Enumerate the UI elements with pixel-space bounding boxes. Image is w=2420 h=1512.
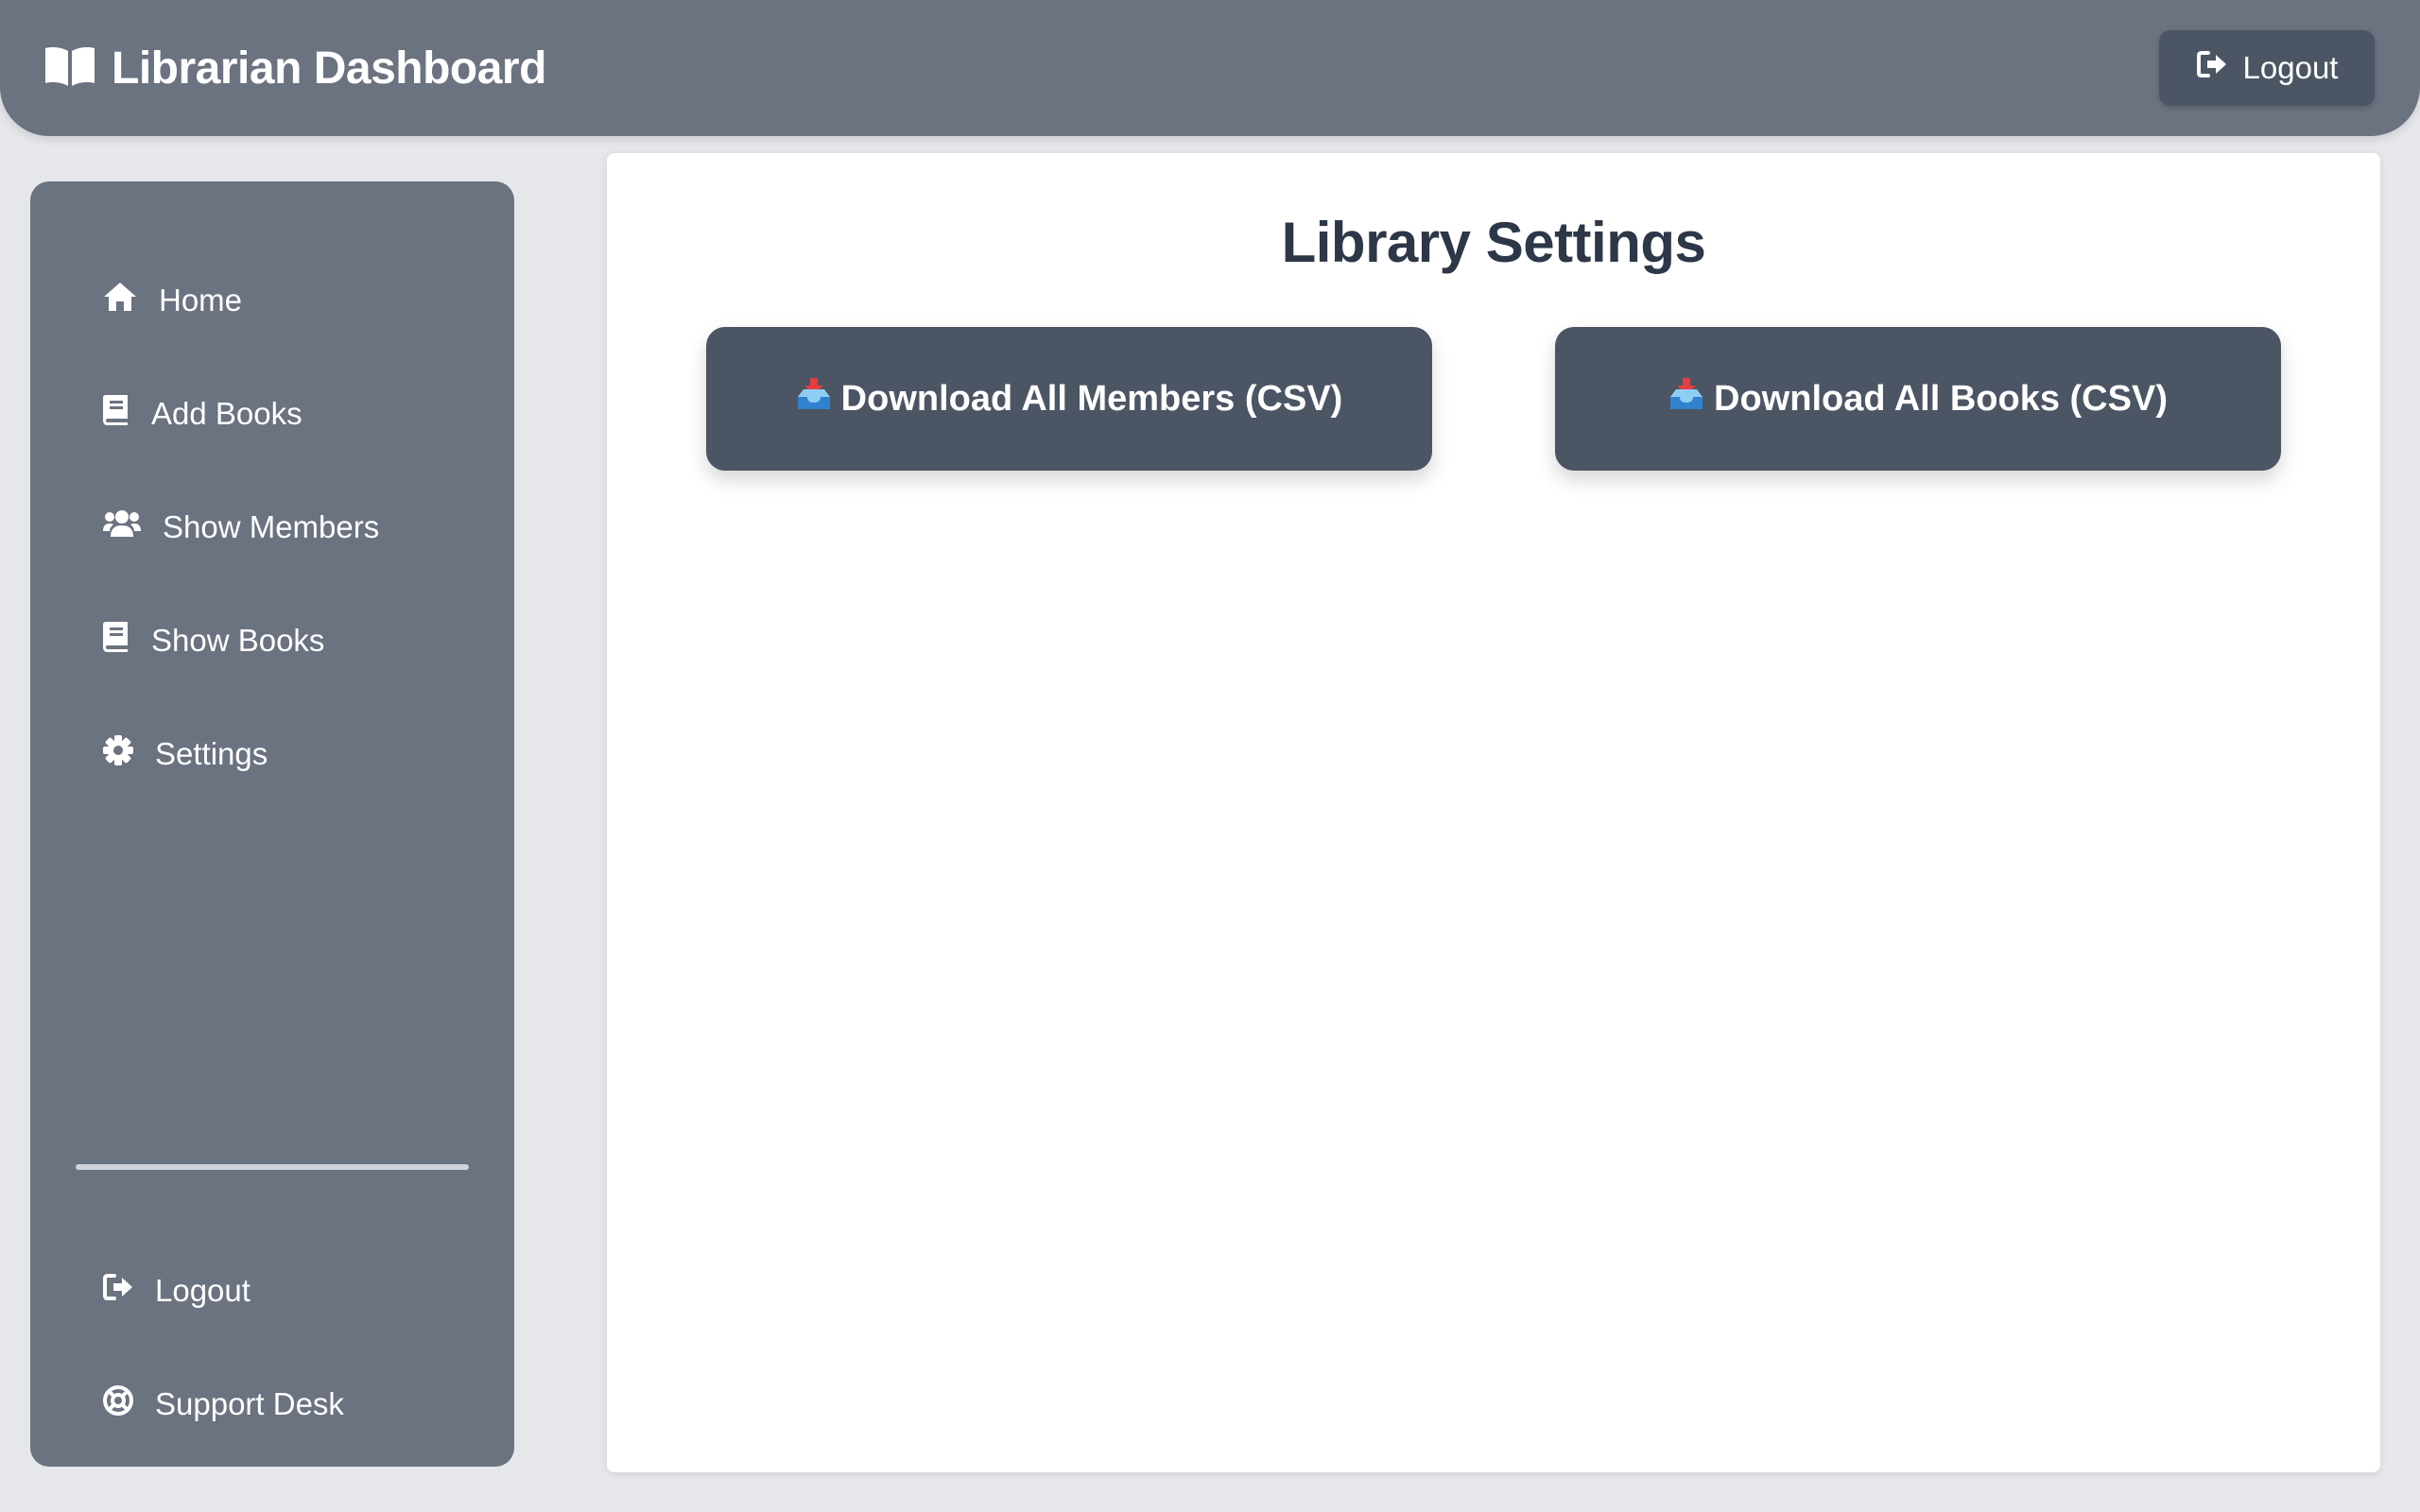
inbox-tray-icon <box>1668 376 1704 421</box>
book-icon <box>102 394 130 434</box>
download-books-csv-button[interactable]: Download All Books (CSV) <box>1555 327 2281 471</box>
sidebar-item-label: Add Books <box>151 396 302 431</box>
sidebar-item-label: Show Books <box>151 623 325 658</box>
sidebar-item-add-books[interactable]: Add Books <box>102 386 302 442</box>
sidebar-item-home[interactable]: Home <box>102 272 242 329</box>
sidebar-item-support-desk[interactable]: Support Desk <box>102 1376 344 1433</box>
logout-icon <box>102 1272 134 1310</box>
app-title: Librarian Dashboard <box>112 43 546 94</box>
download-members-csv-button[interactable]: Download All Members (CSV) <box>706 327 1432 471</box>
users-icon <box>102 508 142 546</box>
lifebuoy-icon <box>102 1384 134 1424</box>
sidebar-item-label: Settings <box>155 736 268 771</box>
header-logout-label: Logout <box>2242 50 2339 85</box>
header-logout-button[interactable]: Logout <box>2159 30 2375 106</box>
sidebar-item-logout[interactable]: Logout <box>102 1263 251 1319</box>
sidebar-item-label: Support Desk <box>155 1386 344 1421</box>
book-icon <box>102 621 130 661</box>
sidebar: Home Add Books Show Members Show Books S… <box>30 181 514 1467</box>
home-icon <box>102 281 138 320</box>
sidebar-item-show-members[interactable]: Show Members <box>102 499 379 556</box>
sidebar-item-show-books[interactable]: Show Books <box>102 612 324 669</box>
sidebar-item-settings[interactable]: Settings <box>102 726 268 782</box>
sidebar-divider <box>76 1164 469 1170</box>
logout-icon <box>2196 49 2228 87</box>
gear-icon <box>102 734 134 774</box>
sidebar-item-label: Logout <box>155 1273 251 1308</box>
download-books-label: Download All Books (CSV) <box>1714 378 2168 419</box>
page-title: Library Settings <box>1281 211 1706 274</box>
download-members-label: Download All Members (CSV) <box>840 378 1343 419</box>
sidebar-item-label: Home <box>159 283 243 318</box>
brand: Librarian Dashboard <box>43 42 546 94</box>
main-panel: Library Settings Download All Members (C… <box>607 153 2380 1472</box>
open-book-icon <box>43 45 96 92</box>
inbox-tray-icon <box>796 376 832 421</box>
top-navbar: Librarian Dashboard Logout <box>0 0 2420 136</box>
sidebar-item-label: Show Members <box>163 509 380 544</box>
